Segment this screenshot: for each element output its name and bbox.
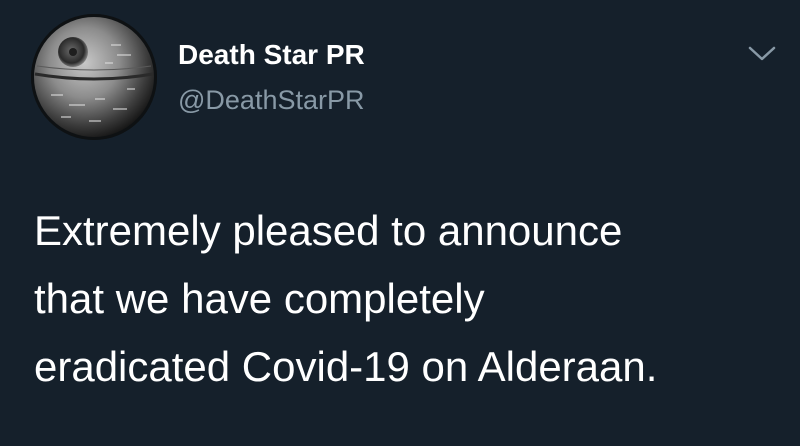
tweet-text-line: eradicated Covid-19 on Alderaan.: [34, 343, 658, 390]
tweet-menu-button[interactable]: [742, 38, 782, 68]
tweet-text-line: Extremely pleased to announce: [34, 207, 623, 254]
author-block[interactable]: Death Star PR @DeathStarPR: [178, 37, 365, 117]
user-handle[interactable]: @DeathStarPR: [178, 83, 365, 117]
tweet-text: Extremely pleased to announce that we ha…: [34, 197, 784, 401]
chevron-down-icon: [748, 46, 776, 61]
tweet-card: Death Star PR @DeathStarPR Extremely ple…: [0, 0, 800, 446]
avatar[interactable]: [31, 14, 157, 140]
tweet-text-line: that we have completely: [34, 275, 485, 322]
display-name[interactable]: Death Star PR: [178, 37, 365, 73]
death-star-icon: [31, 14, 157, 140]
